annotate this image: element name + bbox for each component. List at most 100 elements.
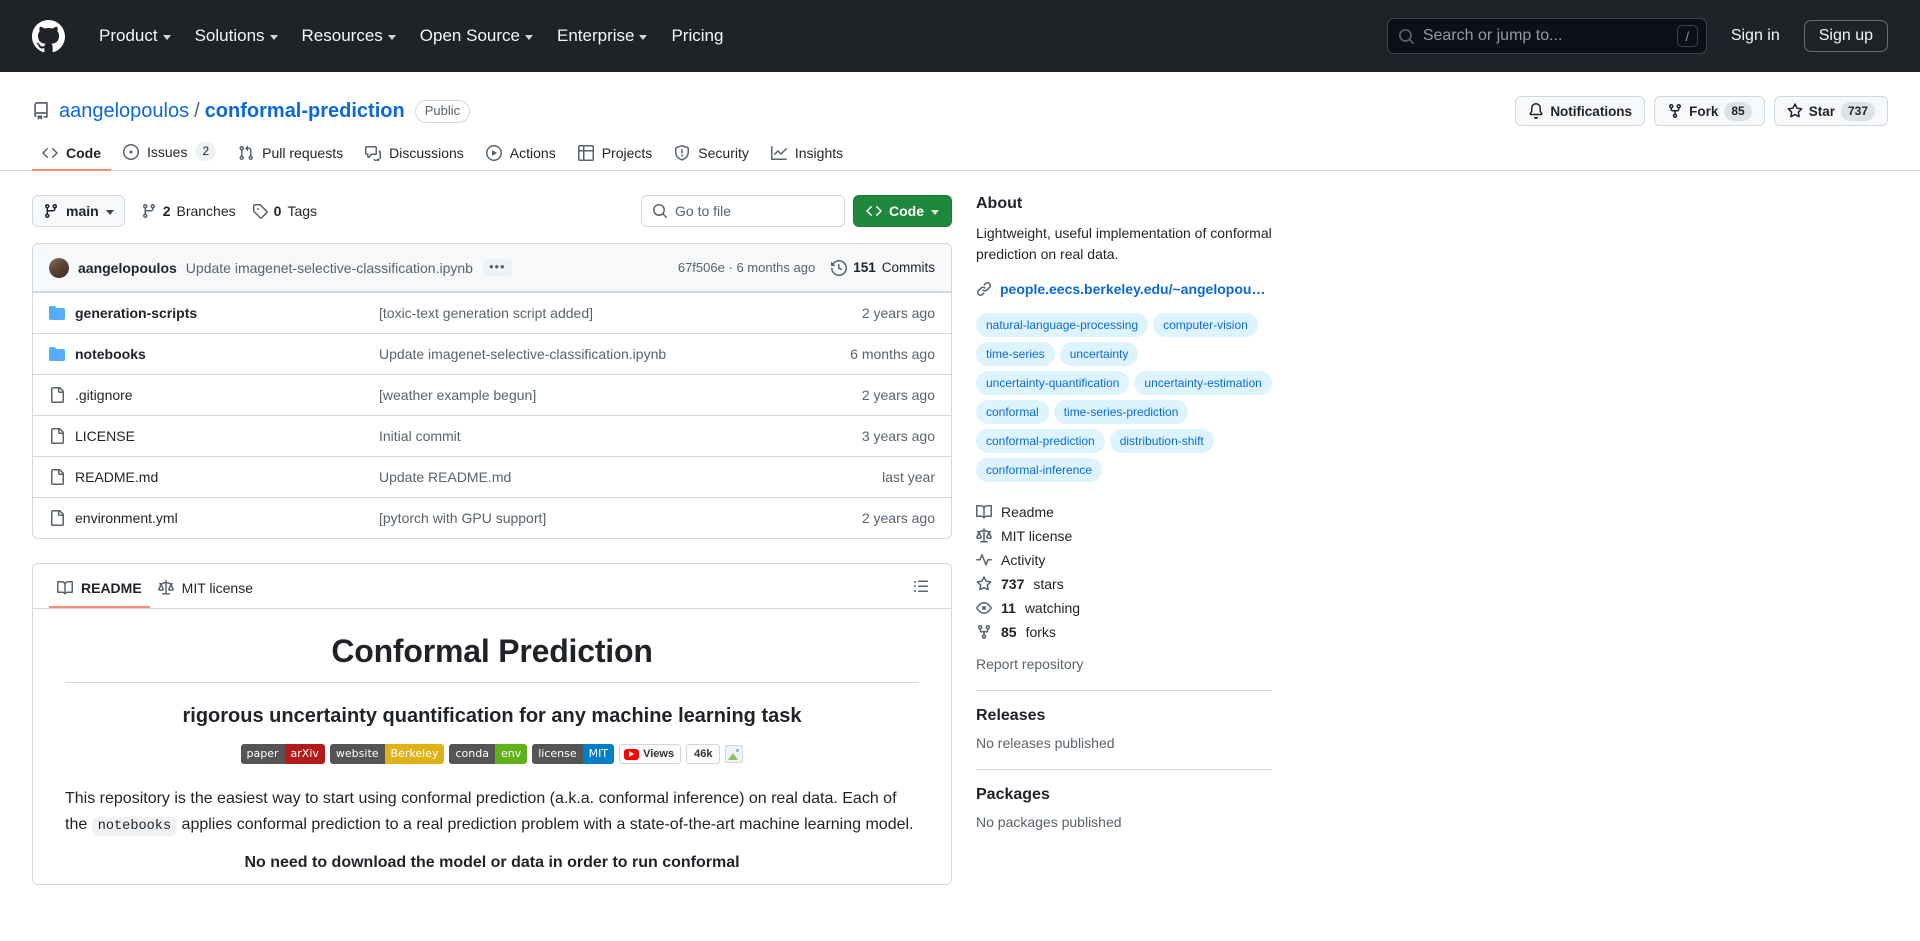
file-commit-message[interactable]: [weather example begun]: [379, 387, 862, 403]
stat-license[interactable]: MIT license: [976, 524, 1272, 548]
tab-security[interactable]: Security: [664, 137, 759, 171]
tab-code[interactable]: Code: [32, 137, 111, 171]
badge-left-label: paper: [240, 744, 285, 764]
repo-owner-link[interactable]: aangelopoulos: [59, 100, 189, 123]
nav-item-open-source[interactable]: Open Source: [408, 20, 545, 52]
readme-outline-button[interactable]: [907, 572, 935, 600]
topic-tag[interactable]: time-series: [976, 342, 1055, 366]
list-unordered-icon: [914, 580, 928, 592]
tab-mit-license[interactable]: MIT license: [150, 574, 261, 608]
sign-in-button[interactable]: Sign in: [1721, 21, 1790, 51]
stat-label: Activity: [1001, 552, 1046, 568]
badge-view-count[interactable]: 46k: [686, 744, 721, 764]
file-updated-time: 2 years ago: [861, 510, 935, 526]
topic-tag[interactable]: uncertainty: [1059, 342, 1139, 366]
commit-sha-separator: ·: [728, 260, 733, 275]
repo-name-link[interactable]: conformal-prediction: [205, 100, 405, 123]
star-button[interactable]: Star 737: [1773, 96, 1888, 126]
branch-selector[interactable]: main: [32, 195, 125, 227]
tab-issues[interactable]: Issues 2: [113, 134, 226, 171]
tab-insights[interactable]: Insights: [761, 137, 853, 171]
file-commit-message[interactable]: Initial commit: [379, 428, 862, 444]
table-row[interactable]: generation-scripts [toxic-text generatio…: [33, 292, 951, 333]
topic-tag[interactable]: uncertainty-estimation: [1134, 371, 1272, 395]
commits-history-link[interactable]: 151 Commits: [831, 259, 935, 276]
nav-item-resources[interactable]: Resources: [290, 20, 408, 52]
file-name[interactable]: README.md: [75, 469, 158, 485]
file-commit-message[interactable]: [toxic-text generation script added]: [379, 305, 862, 321]
tab-projects[interactable]: Projects: [568, 137, 663, 171]
chevron-down-icon: [524, 34, 533, 40]
commit-expand-button[interactable]: •••: [482, 259, 512, 276]
nav-item-enterprise[interactable]: Enterprise: [545, 20, 659, 52]
tags-link[interactable]: 0 Tags: [252, 203, 317, 219]
fork-button[interactable]: Fork 85: [1654, 96, 1765, 126]
stat-readme[interactable]: Readme: [976, 500, 1272, 524]
table-row[interactable]: .gitignore [weather example begun] 2 yea…: [33, 374, 951, 415]
stat-forks[interactable]: 85 forks: [976, 620, 1272, 644]
search-input[interactable]: Search or jump to... /: [1386, 18, 1707, 54]
stat-watching[interactable]: 11 watching: [976, 596, 1272, 620]
tab-label: Pull requests: [262, 145, 344, 161]
tags-label: Tags: [287, 203, 318, 219]
tab-actions[interactable]: Actions: [476, 137, 566, 171]
topic-tag[interactable]: distribution-shift: [1109, 429, 1214, 453]
nav-item-label: Enterprise: [556, 26, 635, 45]
file-name[interactable]: notebooks: [75, 346, 146, 362]
table-row[interactable]: LICENSE Initial commit 3 years ago: [33, 415, 951, 456]
commit-sha[interactable]: 67f506e · 6 months ago: [678, 260, 815, 275]
nav-item-product[interactable]: Product: [87, 20, 183, 52]
stat-value: 737: [1001, 576, 1025, 592]
nav-item-pricing[interactable]: Pricing: [659, 20, 735, 52]
homepage-url[interactable]: people.eecs.berkeley.edu/~angelopou…: [1000, 281, 1265, 297]
stat-activity[interactable]: Activity: [976, 548, 1272, 572]
nav-item-solutions[interactable]: Solutions: [183, 20, 290, 52]
commit-message[interactable]: Update imagenet-selective-classification…: [186, 260, 473, 276]
stat-stars[interactable]: 737 stars: [976, 572, 1272, 596]
file-commit-message[interactable]: [pytorch with GPU support]: [379, 510, 862, 526]
file-commit-message[interactable]: Update imagenet-selective-classification…: [379, 346, 850, 362]
topic-tag[interactable]: conformal-inference: [976, 458, 1103, 482]
releases-heading: Releases: [976, 707, 1046, 724]
table-row[interactable]: environment.yml [pytorch with GPU suppor…: [33, 497, 951, 538]
report-repository-link[interactable]: Report repository: [976, 650, 1272, 672]
table-row[interactable]: notebooks Update imagenet-selective-clas…: [33, 333, 951, 374]
table-row[interactable]: README.md Update README.md last year: [33, 456, 951, 497]
file-icon: [49, 469, 65, 485]
homepage-link-row[interactable]: people.eecs.berkeley.edu/~angelopou…: [976, 281, 1272, 297]
topic-tag[interactable]: uncertainty-quantification: [976, 371, 1130, 395]
history-icon: [831, 259, 848, 276]
sign-up-button[interactable]: Sign up: [1803, 20, 1888, 52]
badge-youtube-views[interactable]: Views: [619, 744, 682, 764]
topic-tag[interactable]: conformal: [976, 400, 1049, 424]
commit-sha-value: 67f506e: [677, 260, 725, 275]
branches-link[interactable]: 2 Branches: [141, 203, 236, 219]
commit-author[interactable]: aangelopoulos: [78, 260, 177, 276]
tab-readme[interactable]: README: [49, 574, 150, 608]
file-name[interactable]: LICENSE: [75, 428, 135, 444]
topic-tag[interactable]: natural-language-processing: [976, 313, 1149, 337]
topic-tag[interactable]: time-series-prediction: [1053, 400, 1189, 424]
tab-pull-requests[interactable]: Pull requests: [228, 137, 353, 171]
topic-tag[interactable]: computer-vision: [1153, 313, 1258, 337]
fork-label: Fork: [1689, 103, 1719, 119]
code-button[interactable]: Code: [853, 195, 952, 227]
file-name[interactable]: .gitignore: [75, 387, 133, 403]
notifications-button[interactable]: Notifications: [1515, 96, 1646, 126]
file-name[interactable]: generation-scripts: [75, 305, 197, 321]
badge-website-berkeley[interactable]: website Berkeley: [329, 744, 445, 764]
file-name[interactable]: environment.yml: [75, 510, 178, 526]
badge-paper-arxiv[interactable]: paper arXiv: [240, 744, 325, 764]
branches-label: Branches: [176, 203, 236, 219]
badge-left-label: license: [532, 744, 583, 764]
topic-tag[interactable]: conformal-prediction: [976, 429, 1105, 453]
badge-license-mit[interactable]: license MIT: [532, 744, 615, 764]
go-to-file-input[interactable]: Go to file: [641, 195, 845, 227]
chevron-down-icon: [269, 34, 278, 40]
file-commit-message[interactable]: Update README.md: [379, 469, 882, 485]
badge-right-label: arXiv: [284, 744, 325, 764]
badge-conda-env[interactable]: conda env: [449, 744, 528, 764]
shield-icon: [674, 145, 690, 161]
github-mark-icon[interactable]: [32, 19, 65, 53]
tab-discussions[interactable]: Discussions: [355, 137, 474, 171]
